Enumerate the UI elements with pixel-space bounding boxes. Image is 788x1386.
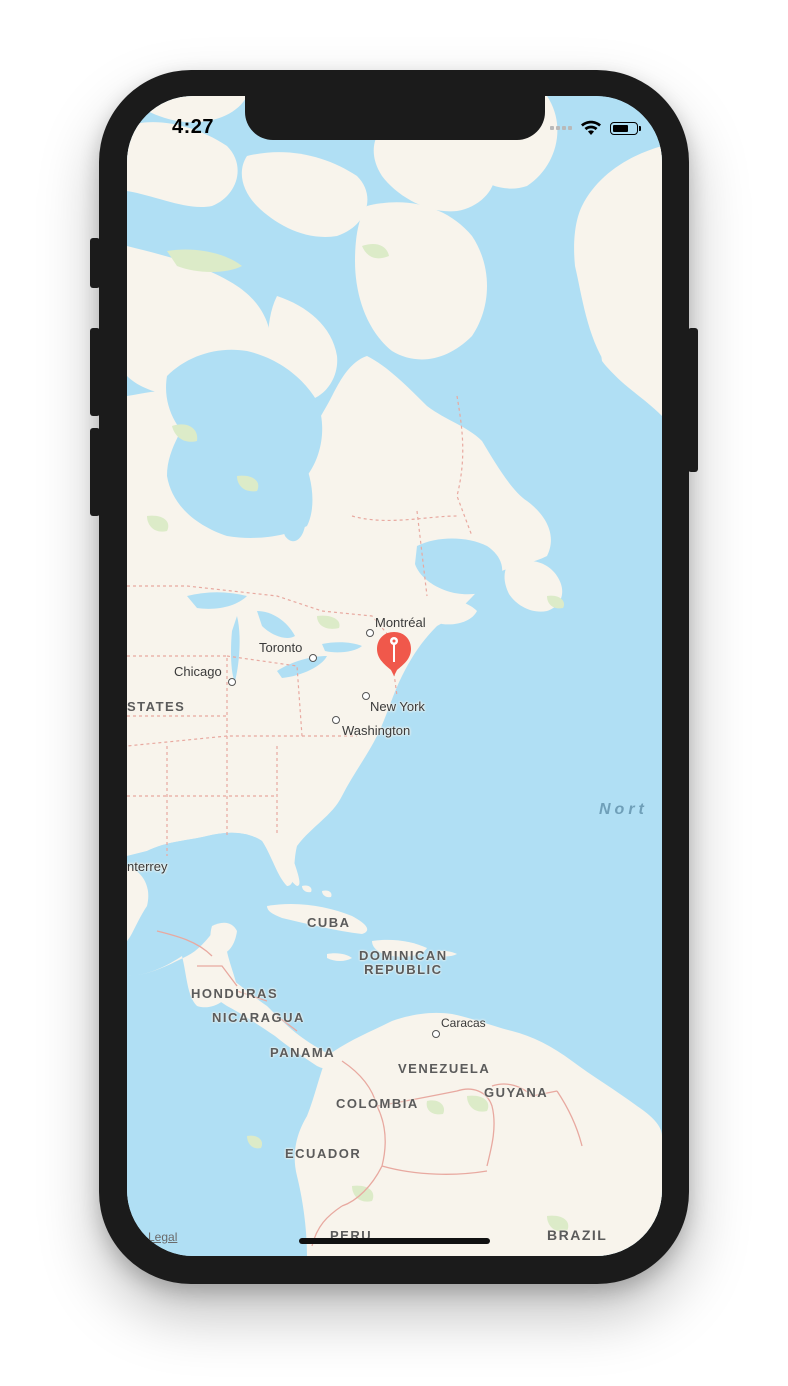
legal-link[interactable]: Legal <box>148 1230 177 1244</box>
city-dot-caracas[interactable] <box>432 1030 440 1038</box>
city-dot-toronto[interactable] <box>309 654 317 662</box>
mute-switch <box>90 238 100 288</box>
battery-icon <box>610 121 641 135</box>
volume-up-button <box>90 328 100 416</box>
country-label-cuba[interactable]: CUBA <box>307 916 351 930</box>
volume-down-button <box>90 428 100 516</box>
map-pin-icon[interactable] <box>375 630 413 678</box>
notch <box>245 96 545 140</box>
city-dot-chicago[interactable] <box>228 678 236 686</box>
city-label-toronto[interactable]: Toronto <box>259 640 302 655</box>
signal-icon <box>550 126 572 130</box>
country-label-united-states[interactable]: STATES <box>127 700 185 714</box>
country-label-venezuela[interactable]: VENEZUELA <box>398 1062 490 1076</box>
country-label-honduras[interactable]: HONDURAS <box>191 987 278 1001</box>
country-label-brazil[interactable]: BRAZIL <box>547 1228 607 1242</box>
city-label-montreal[interactable]: Montréal <box>375 615 426 630</box>
ocean-label-north-atlantic: Nort <box>599 801 648 818</box>
country-label-guyana[interactable]: GUYANA <box>484 1086 548 1100</box>
country-label-panama[interactable]: PANAMA <box>270 1046 335 1060</box>
country-label-ecuador[interactable]: ECUADOR <box>285 1147 361 1161</box>
power-button <box>688 328 698 472</box>
status-icons <box>550 120 641 136</box>
city-dot-montreal[interactable] <box>366 629 374 637</box>
home-indicator[interactable] <box>299 1238 490 1244</box>
city-dot-washington[interactable] <box>332 716 340 724</box>
country-label-colombia[interactable]: COLOMBIA <box>336 1097 419 1111</box>
country-label-dominican-republic[interactable]: DOMINICAN REPUBLIC <box>359 949 448 977</box>
city-dot-new-york[interactable] <box>362 692 370 700</box>
status-time: 4:27 <box>172 116 215 138</box>
country-label-nicaragua[interactable]: NICARAGUA <box>212 1011 305 1025</box>
city-label-washington[interactable]: Washington <box>342 723 410 738</box>
screen: Montréal Toronto Chicago New York Washin… <box>127 96 662 1256</box>
city-label-caracas[interactable]: Caracas <box>441 1016 486 1030</box>
city-label-new-york[interactable]: New York <box>370 699 425 714</box>
wifi-icon <box>581 120 601 135</box>
city-label-chicago[interactable]: Chicago <box>174 664 222 679</box>
city-label-monterrey[interactable]: nterrey <box>127 859 167 874</box>
